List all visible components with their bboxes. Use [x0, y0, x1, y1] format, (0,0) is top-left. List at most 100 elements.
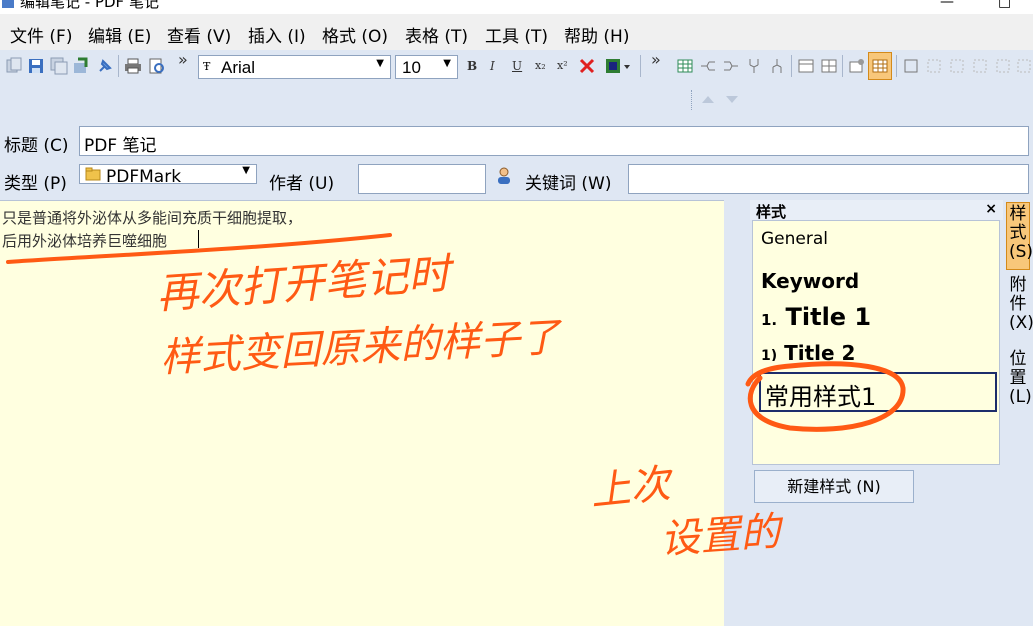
style-item-title-1[interactable]: 1. Title 1 [761, 303, 871, 331]
border-bottom-icon[interactable] [948, 57, 966, 75]
toolbar-separator [640, 55, 641, 77]
style-item-label: 常用样式1 [765, 383, 877, 411]
pin-icon[interactable] [96, 57, 114, 75]
split-rows-icon[interactable] [745, 57, 763, 75]
font-size-value: 10 [402, 58, 421, 77]
tab-location[interactable]: 位置 (L) [1006, 349, 1032, 418]
tab-styles[interactable]: 样式 (S) [1006, 202, 1033, 270]
border-right-icon[interactable] [994, 57, 1012, 75]
border-left-icon[interactable] [971, 57, 989, 75]
toolbar: » Ŧ Arial ▼ 10 ▼ B I U x₂ x² » [0, 50, 1033, 118]
insert-table-icon[interactable] [676, 57, 694, 75]
table-grid-icon[interactable] [820, 57, 838, 75]
menu-table[interactable]: 表格 (T) [405, 22, 468, 47]
author-label: 作者 (U) [269, 174, 335, 194]
menu-help[interactable]: 帮助 (H) [564, 22, 629, 47]
keywords-input[interactable] [628, 164, 1029, 194]
color-picker-icon[interactable] [604, 57, 632, 75]
menu-format[interactable]: 格式 (O) [322, 22, 388, 47]
tab-attachments[interactable]: 附件 (X) [1006, 275, 1033, 344]
type-select[interactable]: PDFMark ▼ [79, 164, 257, 184]
italic-button[interactable]: I [490, 59, 495, 73]
print-preview-icon[interactable] [148, 57, 166, 75]
split-cells-icon[interactable] [722, 57, 740, 75]
style-list: General Keyword 1. Title 1 1) Title 2 常用… [752, 220, 1000, 465]
chevron-down-icon[interactable]: ▼ [443, 58, 451, 69]
style-panel-title: 样式 [756, 203, 787, 221]
panel-splitter[interactable] [724, 200, 750, 626]
save-icon[interactable] [27, 57, 45, 75]
superscript-button[interactable]: x² [557, 59, 568, 72]
maximize-icon[interactable]: □ [998, 0, 1011, 10]
style-item-label: Title 1 [785, 303, 872, 331]
subscript-button[interactable]: x₂ [535, 59, 546, 72]
menu-view[interactable]: 查看 (V) [167, 22, 231, 47]
copy-icon[interactable] [5, 57, 23, 75]
table-borders-icon[interactable] [868, 52, 892, 80]
author-input[interactable] [358, 164, 486, 194]
title-label: 标题 (C) [4, 136, 69, 156]
menu-insert[interactable]: 插入 (I) [248, 22, 306, 47]
toolbar-overflow-2[interactable]: » [651, 50, 661, 69]
tab-label: 位置 (L) [1009, 349, 1032, 407]
border-top-icon[interactable] [925, 57, 943, 75]
bold-button[interactable]: B [467, 59, 477, 73]
attach-icon[interactable] [72, 57, 90, 75]
type-label: 类型 (P) [4, 174, 67, 194]
style-panel: 样式 × General Keyword 1. Title 1 1) Title… [750, 200, 1003, 626]
editor-line[interactable]: 后用外泌体培养巨噬细胞 [2, 230, 167, 251]
style-item-general[interactable]: General [761, 229, 828, 249]
border-none-icon[interactable] [1015, 57, 1033, 75]
toolbar-overflow[interactable]: » [178, 50, 188, 69]
underline-button[interactable]: U [512, 59, 522, 73]
folder-icon [85, 167, 101, 181]
table-properties-icon[interactable] [797, 57, 815, 75]
menu-tools[interactable]: 工具 (T) [485, 22, 548, 47]
arrow-up-icon[interactable] [700, 92, 716, 106]
title-input[interactable]: PDF 笔记 [79, 126, 1029, 156]
annotation-note-last2: 设置的 [658, 508, 782, 564]
style-item-common-1[interactable]: 常用样式1 [759, 372, 997, 412]
arrow-down-icon[interactable] [724, 92, 740, 106]
border-all-icon[interactable] [902, 57, 920, 75]
menu-edit[interactable]: 编辑 (E) [88, 22, 151, 47]
toolbar-separator [842, 55, 843, 77]
chevron-down-icon[interactable]: ▼ [376, 58, 384, 69]
print-icon[interactable] [124, 57, 142, 75]
style-panel-header: 样式 × [750, 200, 1003, 221]
merge-rows-icon[interactable] [768, 57, 786, 75]
user-icon[interactable] [496, 167, 512, 185]
text-cursor [198, 230, 199, 248]
style-item-label: Title 2 [784, 341, 856, 361]
side-tab-strip: 样式 (S) 附件 (X) 位置 (L) [1003, 200, 1033, 626]
type-select-value: PDFMark [106, 167, 182, 184]
toolbar-separator [896, 55, 897, 77]
new-style-button[interactable]: 新建样式 (N) [754, 470, 914, 503]
font-name-combo[interactable]: Ŧ Arial ▼ [198, 55, 391, 79]
toolbar-separator [791, 55, 792, 77]
tab-label: 附件 (X) [1009, 275, 1033, 333]
toolbar-grip [691, 90, 692, 110]
close-icon[interactable]: × [985, 201, 997, 217]
truetype-icon: Ŧ [203, 60, 211, 73]
font-size-combo[interactable]: 10 ▼ [395, 55, 458, 79]
merge-cells-icon[interactable] [699, 57, 717, 75]
style-item-prefix: 1. [761, 311, 778, 329]
tab-label: 样式 (S) [1009, 204, 1033, 262]
clear-format-icon[interactable] [578, 57, 596, 75]
chevron-down-icon[interactable]: ▼ [242, 165, 250, 176]
menu-file[interactable]: 文件 (F) [10, 22, 72, 47]
app-icon [2, 0, 14, 8]
keywords-label: 关键词 (W) [525, 174, 612, 194]
toolbar-separator [118, 55, 119, 77]
style-item-prefix: 1) [761, 348, 778, 361]
cell-settings-icon[interactable] [848, 57, 866, 75]
save-all-icon[interactable] [50, 57, 68, 75]
window-title: 编辑笔记 - PDF 笔记 [20, 0, 159, 11]
minimize-icon[interactable]: — [940, 0, 954, 10]
note-properties-form: 标题 (C) PDF 笔记 类型 (P) PDFMark ▼ 作者 (U) 关键… [0, 118, 1033, 200]
style-item-title-2[interactable]: 1) Title 2 [761, 341, 855, 361]
title-input-value: PDF 笔记 [84, 136, 157, 156]
style-item-keyword[interactable]: Keyword [761, 269, 859, 293]
editor-line[interactable]: 只是普通将外泌体从多能间充质干细胞提取， [2, 207, 302, 228]
